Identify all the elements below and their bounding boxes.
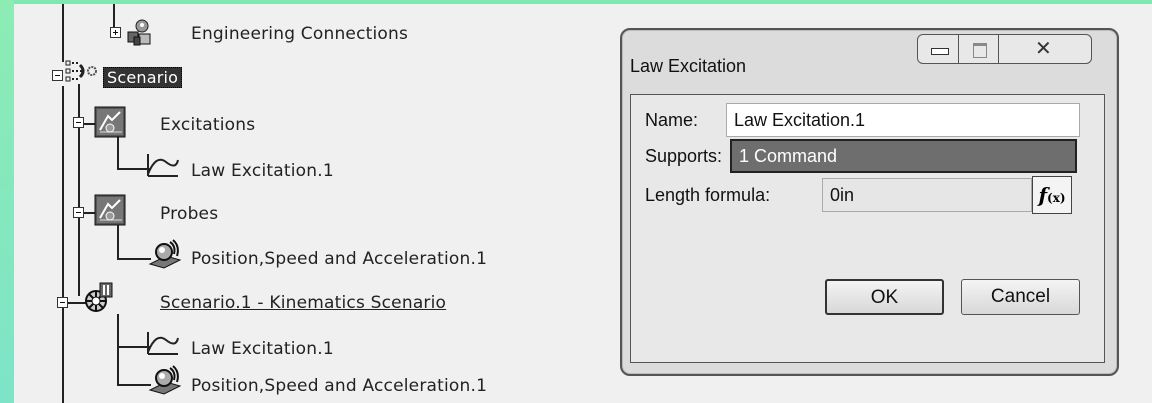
tree-node-excitations[interactable]: Excitations xyxy=(160,115,255,135)
length-formula-field[interactable]: 0in xyxy=(822,178,1032,212)
name-label: Name: xyxy=(645,110,699,130)
tree-node-position-speed-2[interactable]: Position,Speed and Acceleration.1 xyxy=(191,376,487,396)
law-excitation-icon xyxy=(144,328,180,358)
tree-node-position-speed[interactable]: Position,Speed and Acceleration.1 xyxy=(191,249,487,269)
ok-button[interactable]: OK xyxy=(825,279,944,315)
expand-toggle[interactable] xyxy=(110,27,121,38)
tree-line xyxy=(117,225,119,258)
length-formula-label: Length formula: xyxy=(645,185,771,205)
tree-line xyxy=(78,84,80,296)
close-button[interactable]: ✕ xyxy=(998,34,1092,64)
workspace: Engineering Connections Scenario Excitat… xyxy=(14,4,1152,403)
collapse-toggle[interactable] xyxy=(57,297,68,308)
maximize-icon xyxy=(973,43,987,58)
probes-icon xyxy=(94,194,126,226)
frame-edge xyxy=(0,0,14,403)
excitations-icon xyxy=(94,106,126,138)
law-excitation-icon xyxy=(144,150,180,180)
maximize-button[interactable] xyxy=(958,34,999,64)
supports-label: Supports: xyxy=(645,146,723,166)
name-field[interactable]: Law Excitation.1 xyxy=(726,103,1080,137)
tree-node-scenario[interactable]: Scenario xyxy=(103,67,183,88)
engineering-connections-icon xyxy=(124,18,154,48)
sensor-icon xyxy=(146,238,182,270)
scenario-label: Scenario xyxy=(103,67,183,88)
collapse-toggle[interactable] xyxy=(52,70,63,81)
collapse-toggle[interactable] xyxy=(73,207,84,218)
tree-line xyxy=(62,86,64,403)
sensor-icon xyxy=(146,364,182,396)
close-icon: ✕ xyxy=(1035,36,1052,60)
tree-line xyxy=(117,314,119,384)
dialog-title: Law Excitation xyxy=(630,56,747,76)
tree-node-law-excitation[interactable]: Law Excitation.1 xyxy=(191,161,334,181)
collapse-toggle[interactable] xyxy=(73,117,84,128)
specification-tree: Engineering Connections Scenario Excitat… xyxy=(14,4,614,403)
formula-button[interactable]: f(x) xyxy=(1032,176,1072,214)
window-controls: ✕ xyxy=(917,34,1101,66)
tree-line xyxy=(62,4,64,62)
tree-node-probes[interactable]: Probes xyxy=(160,204,218,224)
tree-line xyxy=(117,136,119,168)
scenario-icon xyxy=(64,59,97,89)
minimize-icon xyxy=(931,48,949,55)
tree-node-engineering-connections[interactable]: Engineering Connections xyxy=(191,24,408,44)
kinematics-scenario-icon xyxy=(82,281,116,315)
supports-field[interactable]: 1 Command xyxy=(730,139,1077,173)
law-excitation-dialog: Law Excitation ✕ Name: Law Excitation.1 … xyxy=(620,28,1119,376)
dialog-body: Name: Law Excitation.1 Supports: 1 Comma… xyxy=(630,94,1105,363)
minimize-button[interactable] xyxy=(917,34,959,64)
function-icon: f(x) xyxy=(1038,183,1066,207)
app-frame: Engineering Connections Scenario Excitat… xyxy=(0,0,1152,403)
cancel-button[interactable]: Cancel xyxy=(961,279,1080,315)
tree-node-scenario-1[interactable]: Scenario.1 - Kinematics Scenario xyxy=(160,293,446,313)
tree-node-law-excitation-2[interactable]: Law Excitation.1 xyxy=(191,339,334,359)
